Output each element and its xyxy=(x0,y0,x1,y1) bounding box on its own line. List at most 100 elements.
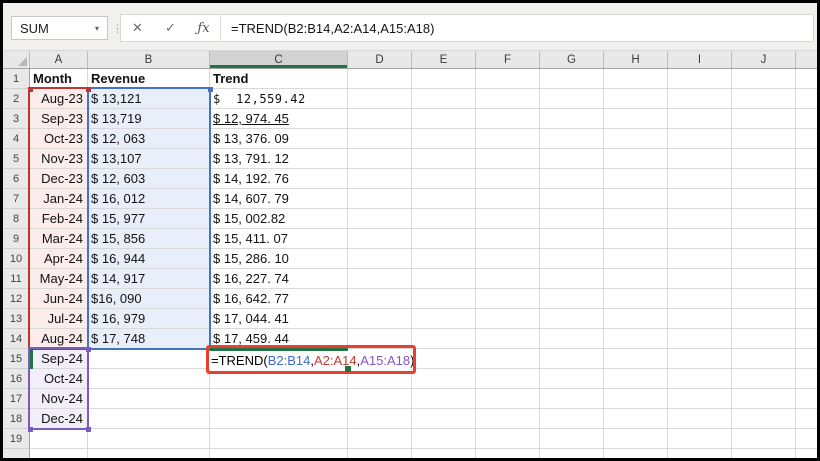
row-header-19[interactable]: 19 xyxy=(3,429,30,449)
cell-a16[interactable]: Oct-24 xyxy=(30,369,88,389)
cell-a14[interactable]: Aug-24 xyxy=(30,329,88,349)
cell-b19[interactable] xyxy=(88,429,210,449)
cell-a5[interactable]: Nov-23 xyxy=(30,149,88,169)
cell-b16[interactable] xyxy=(88,369,210,389)
column-header-i[interactable]: I xyxy=(668,51,732,68)
fill-handle[interactable] xyxy=(345,366,351,372)
cancel-icon[interactable]: ✕ xyxy=(121,15,154,41)
column-header-a[interactable]: A xyxy=(30,51,88,68)
cell-b15[interactable] xyxy=(88,349,210,369)
empty-cells-row-6[interactable] xyxy=(348,169,817,189)
cell-b5[interactable]: $ 13,107 xyxy=(88,149,210,169)
row-header-17[interactable]: 17 xyxy=(3,389,30,409)
row-header-14[interactable]: 14 xyxy=(3,329,30,349)
enter-icon[interactable]: ✓ xyxy=(154,15,187,41)
formula-input[interactable]: =TREND(B2:B14,A2:A14,A15:A18) xyxy=(221,21,813,36)
cell-c16[interactable] xyxy=(210,369,348,389)
cell-b20[interactable] xyxy=(88,449,210,458)
cell-c2[interactable]: $ 12,559.42 xyxy=(210,89,348,109)
column-header-f[interactable]: F xyxy=(476,51,540,68)
cell-a11[interactable]: May-24 xyxy=(30,269,88,289)
row-header-9[interactable]: 9 xyxy=(3,229,30,249)
empty-cells-row-1[interactable] xyxy=(348,69,817,89)
empty-cells-row-9[interactable] xyxy=(348,229,817,249)
column-header-d[interactable]: D xyxy=(348,51,412,68)
cell-b8[interactable]: $ 15, 977 xyxy=(88,209,210,229)
empty-cells-row-20[interactable] xyxy=(348,449,817,458)
cell-b17[interactable] xyxy=(88,389,210,409)
empty-cells-row-15[interactable] xyxy=(348,349,817,369)
column-header-b[interactable]: B xyxy=(88,51,210,68)
cell-a8[interactable]: Feb-24 xyxy=(30,209,88,229)
empty-cells-row-7[interactable] xyxy=(348,189,817,209)
empty-cells-row-2[interactable] xyxy=(348,89,817,109)
cell-b10[interactable]: $ 16, 944 xyxy=(88,249,210,269)
cell-b12[interactable]: $16, 090 xyxy=(88,289,210,309)
cell-c17[interactable] xyxy=(210,389,348,409)
cell-a15[interactable]: Sep-24 xyxy=(30,349,88,369)
column-header-e[interactable]: E xyxy=(412,51,476,68)
cell-a9[interactable]: Mar-24 xyxy=(30,229,88,249)
cell-b1[interactable]: Revenue xyxy=(88,69,210,89)
cell-c9[interactable]: $ 15, 411. 07 xyxy=(210,229,348,249)
row-header-5[interactable]: 5 xyxy=(3,149,30,169)
cell-a17[interactable]: Nov-24 xyxy=(30,389,88,409)
empty-cells-row-10[interactable] xyxy=(348,249,817,269)
row-header-2[interactable]: 2 xyxy=(3,89,30,109)
cell-c13[interactable]: $ 17, 044. 41 xyxy=(210,309,348,329)
cell-a2[interactable]: Aug-23 xyxy=(30,89,88,109)
column-header-j[interactable]: J xyxy=(732,51,796,68)
empty-cells-row-17[interactable] xyxy=(348,389,817,409)
cell-b13[interactable]: $ 16, 979 xyxy=(88,309,210,329)
select-all-button[interactable] xyxy=(3,51,30,68)
cell-c8[interactable]: $ 15, 002.82 xyxy=(210,209,348,229)
cell-c12[interactable]: $ 16, 642. 77 xyxy=(210,289,348,309)
cell-b3[interactable]: $ 13,719 xyxy=(88,109,210,129)
name-box-value[interactable]: SUM xyxy=(12,21,87,36)
row-header-12[interactable]: 12 xyxy=(3,289,30,309)
cell-c7[interactable]: $ 14, 607. 79 xyxy=(210,189,348,209)
cell-b9[interactable]: $ 15, 856 xyxy=(88,229,210,249)
row-header-15[interactable]: 15 xyxy=(3,349,30,369)
cell-a12[interactable]: Jun-24 xyxy=(30,289,88,309)
empty-cells-row-3[interactable] xyxy=(348,109,817,129)
empty-cells-row-18[interactable] xyxy=(348,409,817,429)
empty-cells-row-4[interactable] xyxy=(348,129,817,149)
cell-a13[interactable]: Jul-24 xyxy=(30,309,88,329)
row-header-11[interactable]: 11 xyxy=(3,269,30,289)
row-header-4[interactable]: 4 xyxy=(3,129,30,149)
empty-cells-row-12[interactable] xyxy=(348,289,817,309)
cell-a4[interactable]: Oct-23 xyxy=(30,129,88,149)
cell-c11[interactable]: $ 16, 227. 74 xyxy=(210,269,348,289)
name-box-dropdown-icon[interactable]: ▾ xyxy=(87,24,107,33)
empty-cells-row-13[interactable] xyxy=(348,309,817,329)
cell-c5[interactable]: $ 13, 791. 12 xyxy=(210,149,348,169)
cell-b4[interactable]: $ 12, 063 xyxy=(88,129,210,149)
cell-a19[interactable] xyxy=(30,429,88,449)
cell-b6[interactable]: $ 12, 603 xyxy=(88,169,210,189)
row-header-3[interactable]: 3 xyxy=(3,109,30,129)
empty-cells-row-8[interactable] xyxy=(348,209,817,229)
cell-c4[interactable]: $ 13, 376. 09 xyxy=(210,129,348,149)
cell-a7[interactable]: Jan-24 xyxy=(30,189,88,209)
name-box[interactable]: SUM ▾ xyxy=(11,16,108,40)
row-header-13[interactable]: 13 xyxy=(3,309,30,329)
column-header-c[interactable]: C xyxy=(210,51,348,68)
row-header-7[interactable]: 7 xyxy=(3,189,30,209)
cell-a20[interactable] xyxy=(30,449,88,458)
cell-b2[interactable]: $ 13,121 xyxy=(88,89,210,109)
cell-b18[interactable] xyxy=(88,409,210,429)
row-header-8[interactable]: 8 xyxy=(3,209,30,229)
row-header-6[interactable]: 6 xyxy=(3,169,30,189)
column-header-g[interactable]: G xyxy=(540,51,604,68)
cell-c18[interactable] xyxy=(210,409,348,429)
row-header-18[interactable]: 18 xyxy=(3,409,30,429)
column-header-h[interactable]: H xyxy=(604,51,668,68)
cell-c3[interactable]: $ 12, 974. 45 xyxy=(210,109,348,129)
cell-a10[interactable]: Apr-24 xyxy=(30,249,88,269)
cell-c6[interactable]: $ 14, 192. 76 xyxy=(210,169,348,189)
cell-c20[interactable] xyxy=(210,449,348,458)
cell-c19[interactable] xyxy=(210,429,348,449)
empty-cells-row-5[interactable] xyxy=(348,149,817,169)
empty-cells-row-11[interactable] xyxy=(348,269,817,289)
